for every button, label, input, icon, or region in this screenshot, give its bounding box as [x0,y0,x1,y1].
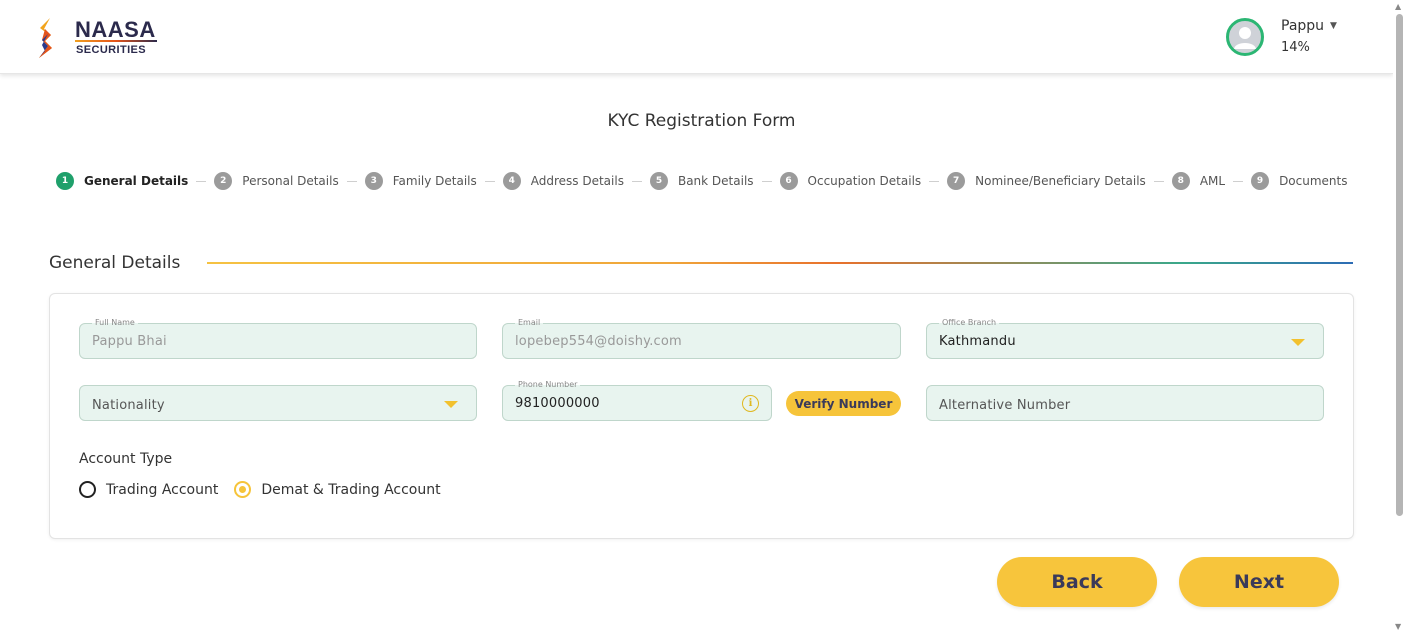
step-address-details[interactable]: 4 Address Details [502,172,624,190]
step-separator [1153,180,1164,182]
step-number-badge: 1 [56,172,74,190]
user-icon [1234,27,1256,49]
page-scrollbar[interactable]: ▲ ▼ [1393,0,1406,635]
caret-down-icon[interactable]: ▼ [1330,21,1337,31]
step-label: Personal Details [242,174,339,188]
info-icon[interactable]: i [742,395,759,412]
step-aml[interactable]: 8 AML [1171,172,1226,190]
phone-number-label: Phone Number [515,380,581,390]
step-separator [346,180,357,182]
brand-subtitle: SECURITIES [76,44,147,56]
section-divider [207,262,1353,264]
nationality-select[interactable]: Nationality [79,385,477,421]
step-label: Address Details [530,174,624,188]
dropdown-arrow-icon[interactable] [444,401,458,408]
step-separator [484,180,495,182]
verify-number-button[interactable]: Verify Number [786,391,901,416]
full-name-field[interactable]: Full Name Pappu Bhai [79,318,477,359]
brand-underline [75,40,157,42]
step-number-badge: 7 [947,172,966,190]
step-label: Family Details [392,174,477,188]
step-label: AML [1199,174,1226,188]
back-button[interactable]: Back [997,557,1157,607]
email-label: Email [515,318,544,328]
step-separator [631,180,642,182]
phone-number-field[interactable]: Phone Number 9810000000 i [502,380,772,421]
account-type-label: Account Type [79,451,173,467]
top-header: NAASA SECURITIES Pappu ▼ 14% [0,0,1393,74]
office-branch-label: Office Branch [939,318,1000,328]
step-number-badge: 8 [1171,172,1190,190]
office-branch-value: Kathmandu [939,334,1016,349]
alternative-number-placeholder: Alternative Number [939,398,1071,413]
section-title: General Details [49,253,181,273]
step-label: Bank Details [677,174,754,188]
email-value: lopebep554@doishy.com [515,334,682,349]
step-bank-details[interactable]: 5 Bank Details [649,172,754,190]
demat-trading-account-radio[interactable] [234,481,252,498]
alternative-number-field[interactable]: Alternative Number [926,385,1324,421]
step-number-badge: 9 [1251,172,1270,190]
dropdown-arrow-icon[interactable] [1291,339,1305,346]
step-nominee-beneficiary-details[interactable]: 7 Nominee/Beneficiary Details [947,172,1146,190]
scroll-up-arrow-icon[interactable]: ▲ [1395,2,1401,11]
demat-trading-account-label[interactable]: Demat & Trading Account [261,482,440,498]
trading-account-radio[interactable] [79,481,96,498]
brand-name: NAASA [75,17,156,42]
step-number-badge: 6 [779,172,798,190]
trading-account-label[interactable]: Trading Account [106,482,218,498]
step-number-badge: 5 [649,172,668,190]
step-number-badge: 2 [214,172,233,190]
user-menu[interactable]: Pappu ▼ 14% [1226,16,1356,62]
nationality-placeholder: Nationality [92,398,165,413]
step-label: Nominee/Beneficiary Details [975,174,1146,188]
step-label: General Details [84,174,189,188]
profile-progress: 14% [1281,40,1310,55]
step-separator [929,180,940,182]
email-field[interactable]: Email lopebep554@doishy.com [502,318,901,359]
phone-number-value: 9810000000 [515,396,600,411]
step-number-badge: 4 [502,172,521,190]
step-occupation-details[interactable]: 6 Occupation Details [779,172,922,190]
full-name-value: Pappu Bhai [92,334,167,349]
user-name[interactable]: Pappu ▼ [1281,18,1337,34]
step-separator [196,180,207,182]
scroll-thumb[interactable] [1396,14,1403,516]
step-number-badge: 3 [364,172,383,190]
step-label: Documents [1279,174,1348,188]
full-name-label: Full Name [92,318,138,328]
step-separator [761,180,772,182]
kyc-stepper: 1 General Details 2 Personal Details 3 Family… [56,171,1347,191]
account-type-radio-group: Trading Account Demat & Trading Account [79,481,457,498]
step-label: Occupation Details [807,174,922,188]
next-button[interactable]: Next [1179,557,1339,607]
step-personal-details[interactable]: 2 Personal Details [214,172,339,190]
office-branch-select[interactable]: Office Branch Kathmandu [926,318,1324,359]
naasa-logo-icon [39,18,52,58]
step-separator [1233,180,1244,182]
step-general-details[interactable]: 1 General Details [56,172,188,190]
scroll-down-arrow-icon[interactable]: ▼ [1395,622,1401,631]
step-documents[interactable]: 9 Documents [1251,172,1347,190]
avatar[interactable] [1226,18,1264,56]
page-title: KYC Registration Form [607,111,796,131]
step-family-details[interactable]: 3 Family Details [364,172,477,190]
